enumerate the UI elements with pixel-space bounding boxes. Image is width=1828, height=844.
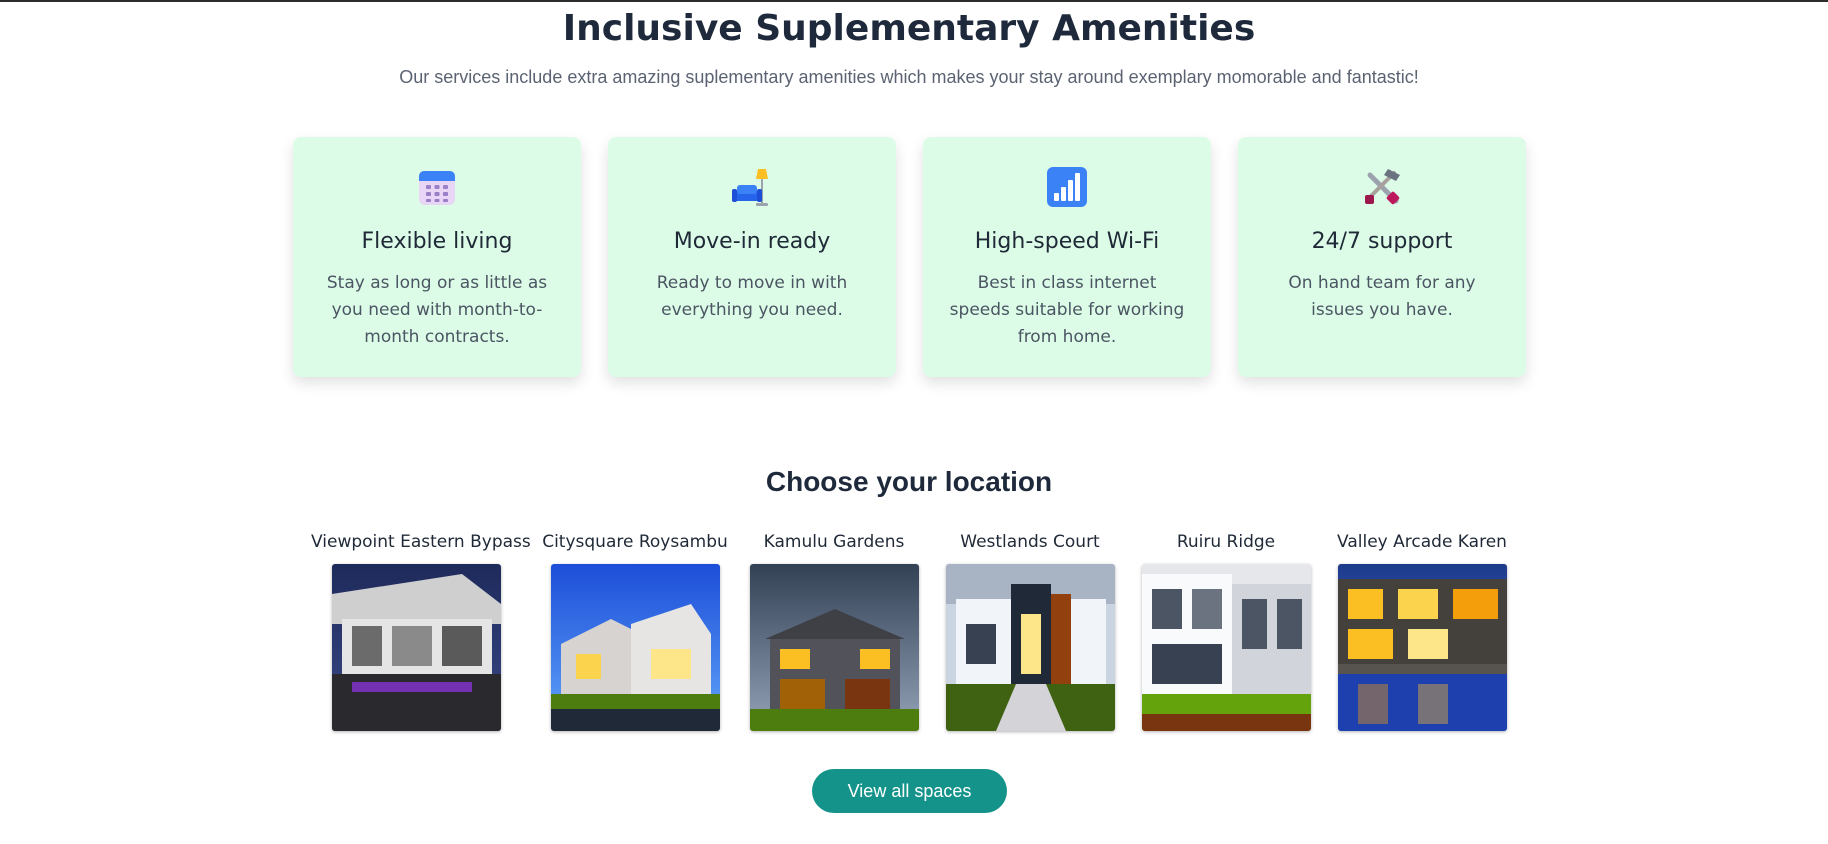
location-card-ruiru-ridge[interactable]: Ruiru Ridge — [1121, 530, 1331, 731]
location-photo[interactable] — [1337, 564, 1507, 731]
amenities-title: Inclusive Suplementary Amenities — [562, 8, 1256, 49]
signal-bars-icon — [1047, 167, 1087, 207]
locations-title: Choose your location — [765, 466, 1053, 497]
amenity-card-high-speed-wifi: High-speed Wi-Fi Best in class internet … — [923, 137, 1211, 377]
location-photo[interactable] — [1141, 564, 1311, 731]
amenity-card-flexible-living: Flexible living Stay as long or as littl… — [293, 137, 581, 377]
amenity-title: Flexible living — [361, 229, 513, 254]
amenity-description: Ready to move in with everything you nee… — [656, 273, 848, 320]
amenities-subtitle: Our services include extra amazing suple… — [399, 67, 1419, 87]
location-name: Westlands Court — [960, 532, 1100, 552]
amenity-card-move-in-ready: Move-in ready Ready to move in with ever… — [608, 137, 896, 377]
location-photo[interactable] — [550, 564, 720, 731]
location-name: Citysquare Roysambu — [542, 532, 728, 552]
location-name: Valley Arcade Karen — [1337, 532, 1507, 552]
amenity-card-24-7-support: 24/7 support On hand team for any issues… — [1238, 137, 1526, 377]
amenity-title: High-speed Wi-Fi — [974, 229, 1160, 254]
couch-lamp-icon — [732, 169, 768, 206]
amenity-description: Stay as long or as little as you need wi… — [326, 273, 548, 347]
amenities-grid: Flexible living Stay as long or as littl… — [293, 137, 1526, 377]
location-photo[interactable] — [945, 564, 1115, 731]
amenity-title: Move-in ready — [673, 229, 831, 254]
location-card-kamulu-gardens[interactable]: Kamulu Gardens — [729, 530, 939, 731]
location-card-valley-arcade-karen[interactable]: Valley Arcade Karen — [1317, 530, 1527, 731]
location-name: Viewpoint Eastern Bypass — [311, 532, 531, 552]
location-photo[interactable] — [749, 564, 919, 731]
tools-icon — [1365, 169, 1400, 205]
location-photo[interactable] — [331, 564, 501, 731]
top-border — [0, 0, 1828, 2]
location-name: Kamulu Gardens — [763, 532, 905, 552]
amenity-description: On hand team for any issues you have. — [1288, 273, 1476, 320]
amenity-description: Best in class internet speeds suitable f… — [949, 273, 1185, 347]
amenity-title: 24/7 support — [1311, 229, 1453, 254]
location-card-westlands-court[interactable]: Westlands Court — [925, 530, 1135, 731]
calendar-icon — [419, 171, 455, 205]
location-card-viewpoint-eastern-bypass[interactable]: Viewpoint Eastern Bypass — [311, 530, 531, 731]
view-all-spaces-button[interactable]: View all spaces — [812, 769, 1007, 813]
location-name: Ruiru Ridge — [1176, 532, 1276, 552]
location-card-citysquare-roysambu[interactable]: Citysquare Roysambu — [530, 530, 740, 731]
